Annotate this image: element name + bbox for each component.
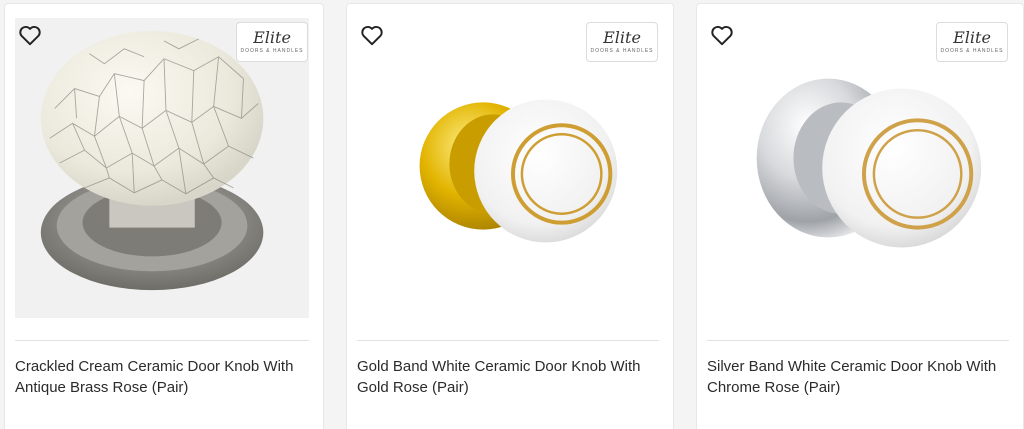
product-card[interactable]: Elite DOORS & HANDLES Silver Band White … xyxy=(696,3,1024,429)
brand-logo-subtext: DOORS & HANDLES xyxy=(940,48,1004,54)
brand-logo-subtext: DOORS & HANDLES xyxy=(590,48,654,54)
gold-band-knob-image xyxy=(419,99,618,243)
crackled-knob-image xyxy=(40,30,264,291)
brand-logo: Elite DOORS & HANDLES xyxy=(936,22,1008,62)
brand-logo-text: Elite xyxy=(253,28,291,47)
brand-logo-text: Elite xyxy=(603,28,641,47)
silver-band-knob-image xyxy=(756,78,982,248)
brand-logo: Elite DOORS & HANDLES xyxy=(586,22,658,62)
heart-outline-icon[interactable] xyxy=(709,22,735,48)
product-image[interactable] xyxy=(357,18,659,318)
heart-outline-icon[interactable] xyxy=(359,22,385,48)
heart-outline-icon[interactable] xyxy=(17,22,43,48)
brand-logo-text: Elite xyxy=(953,28,991,47)
product-image[interactable] xyxy=(15,18,309,318)
product-card[interactable]: Elite DOORS & HANDLES Gold Band White Ce… xyxy=(346,3,674,429)
product-title[interactable]: Crackled Cream Ceramic Door Knob With An… xyxy=(15,356,309,398)
product-card[interactable]: Elite DOORS & HANDLES Crackled Cream Cer… xyxy=(4,3,324,429)
divider xyxy=(15,340,309,341)
brand-logo-subtext: DOORS & HANDLES xyxy=(240,48,304,54)
divider xyxy=(707,340,1009,341)
product-image[interactable] xyxy=(707,18,1009,318)
brand-logo: Elite DOORS & HANDLES xyxy=(236,22,308,62)
divider xyxy=(357,340,659,341)
product-title[interactable]: Silver Band White Ceramic Door Knob With… xyxy=(707,356,1009,398)
product-title[interactable]: Gold Band White Ceramic Door Knob With G… xyxy=(357,356,659,398)
